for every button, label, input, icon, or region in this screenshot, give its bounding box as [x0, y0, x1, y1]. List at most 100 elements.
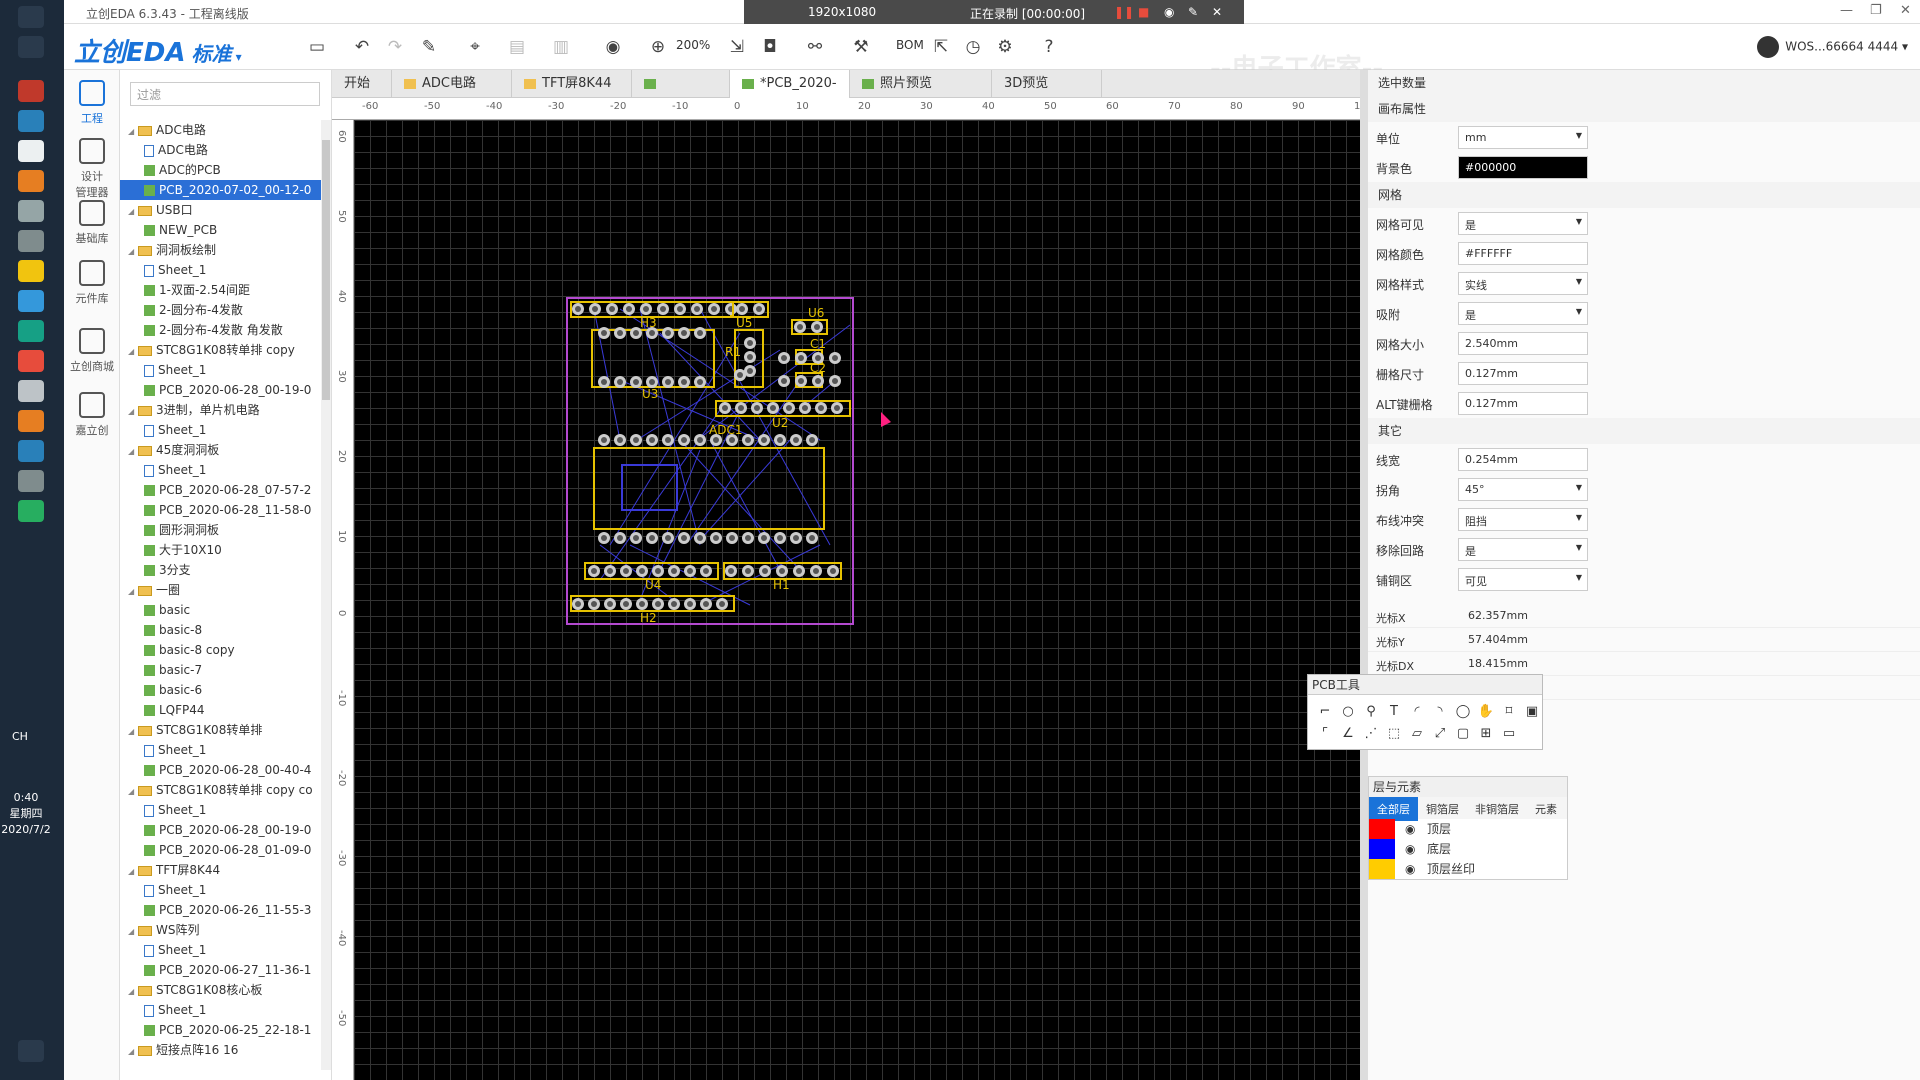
bom-button[interactable]: BOM: [896, 38, 924, 52]
arc2-icon[interactable]: ◝: [1431, 703, 1449, 721]
tree-folder[interactable]: ◢ STC8G1K08转单排 copy: [120, 340, 325, 360]
expand-arrow-icon[interactable]: ◢: [128, 202, 138, 220]
copper-icon[interactable]: ▭: [1500, 725, 1518, 743]
eye-icon[interactable]: ◉: [600, 36, 626, 58]
tree-item[interactable]: PCB_2020-06-28_01-09-0: [120, 840, 325, 860]
app-icon[interactable]: [18, 410, 44, 432]
window-close-icon[interactable]: ✕: [1900, 3, 1911, 18]
expand-arrow-icon[interactable]: ◢: [128, 122, 138, 140]
tree-item[interactable]: LQFP44: [120, 700, 325, 720]
app-icon[interactable]: [18, 110, 44, 132]
tree-folder[interactable]: ◢ 45度洞洞板: [120, 440, 325, 460]
prop-value-copper[interactable]: 可见: [1458, 568, 1588, 591]
hand-icon[interactable]: ✋: [1477, 703, 1495, 721]
tree-item[interactable]: PCB_2020-06-28_00-40-4: [120, 760, 325, 780]
group-icon[interactable]: ⊞: [1477, 725, 1495, 743]
tree-item[interactable]: 1-双面-2.54间距: [120, 280, 325, 300]
prop-value-track_width[interactable]: 0.254mm: [1458, 448, 1588, 471]
layer-tab-1[interactable]: 铜箔层: [1418, 797, 1467, 821]
import-icon[interactable]: ⇲: [724, 36, 750, 58]
via-icon[interactable]: ⚲: [1362, 703, 1380, 721]
notification-icon[interactable]: [18, 1040, 44, 1062]
tree-folder[interactable]: ◢ TFT屏8K44: [120, 860, 325, 880]
pause-icon[interactable]: ❚❚: [1114, 5, 1134, 19]
nav-item-2[interactable]: 基础库: [64, 200, 120, 246]
text-icon[interactable]: T: [1385, 703, 1403, 721]
expand-arrow-icon[interactable]: ◢: [128, 242, 138, 260]
tab-3[interactable]: *PCB_2020-06-...: [632, 70, 730, 147]
panel-splitter[interactable]: [1360, 70, 1368, 1080]
layer-tab-0[interactable]: 全部层: [1369, 797, 1418, 821]
tree-item[interactable]: Sheet_1: [120, 260, 325, 280]
layer-color-swatch[interactable]: [1369, 819, 1395, 839]
app-logo[interactable]: 立创EDA 标准 ▾: [74, 32, 242, 69]
layer-color-swatch[interactable]: [1369, 839, 1395, 859]
system-clock[interactable]: 0:40 星期四 2020/7/2: [0, 790, 52, 838]
tree-folder[interactable]: ◢ STC8G1K08转单排: [120, 720, 325, 740]
expand-arrow-icon[interactable]: ◢: [128, 402, 138, 420]
tab-2[interactable]: TFT屏8K44: [512, 70, 632, 98]
angle-icon[interactable]: ∠: [1339, 725, 1357, 743]
app-icon[interactable]: [18, 440, 44, 462]
tab-0[interactable]: 开始: [332, 70, 392, 98]
tree-item[interactable]: Sheet_1: [120, 420, 325, 440]
image-icon[interactable]: ▣: [1523, 703, 1541, 721]
layer-row[interactable]: ◉ 顶层: [1369, 819, 1567, 839]
nav-item-3[interactable]: 元件库: [64, 260, 120, 306]
expand-arrow-icon[interactable]: ◢: [128, 582, 138, 600]
tree-folder[interactable]: ◢ WS阵列: [120, 920, 325, 940]
camera-icon[interactable]: ◘: [757, 36, 783, 58]
app-icon[interactable]: [18, 500, 44, 522]
app-icon[interactable]: [18, 170, 44, 192]
expand-arrow-icon[interactable]: ◢: [128, 722, 138, 740]
nav-item-4[interactable]: 立创商城: [64, 328, 120, 374]
tree-item[interactable]: Sheet_1: [120, 800, 325, 820]
layer-row[interactable]: ◉ 顶层丝印: [1369, 859, 1567, 879]
scrollbar-thumb[interactable]: [322, 140, 330, 400]
folder-icon[interactable]: ▭: [304, 36, 330, 58]
expand-arrow-icon[interactable]: ◢: [128, 782, 138, 800]
zoom-level[interactable]: 200%: [676, 38, 710, 52]
tree-folder[interactable]: ◢ 一圈: [120, 580, 325, 600]
rect-icon[interactable]: ▢: [1454, 725, 1472, 743]
app-icon[interactable]: [18, 380, 44, 402]
canvas-section[interactable]: 画布属性: [1368, 96, 1920, 122]
expand-arrow-icon[interactable]: ◢: [128, 342, 138, 360]
select-icon[interactable]: ⬚: [1385, 725, 1403, 743]
prop-value-bg[interactable]: #000000: [1458, 156, 1588, 179]
nav-item-0[interactable]: 工程: [64, 80, 120, 126]
prop-value-snap_size[interactable]: 0.127mm: [1458, 362, 1588, 385]
tree-item[interactable]: basic-8: [120, 620, 325, 640]
tree-item[interactable]: PCB_2020-06-28_00-19-0: [120, 380, 325, 400]
zoom-icon[interactable]: ⊕: [645, 36, 671, 58]
nav-item-1[interactable]: 设计 管理器: [64, 138, 120, 200]
prop-value-grid_size[interactable]: 2.540mm: [1458, 332, 1588, 355]
layer-color-swatch[interactable]: [1369, 859, 1395, 879]
tab-4[interactable]: *PCB_2020-07-...: [730, 70, 850, 119]
layer-row[interactable]: ◉ 底层: [1369, 839, 1567, 859]
tree-item[interactable]: Sheet_1: [120, 880, 325, 900]
expand-arrow-icon[interactable]: ◢: [128, 862, 138, 880]
tree-item[interactable]: PCB_2020-07-02_00-12-0: [120, 180, 325, 200]
prop-value-grid_color[interactable]: #FFFFFF: [1458, 242, 1588, 265]
search-icon[interactable]: [18, 36, 44, 58]
expand-arrow-icon[interactable]: ◢: [128, 442, 138, 460]
gear-icon[interactable]: [18, 470, 44, 492]
tree-item[interactable]: basic-7: [120, 660, 325, 680]
prop-value-conflict[interactable]: 阻挡: [1458, 508, 1588, 531]
hole-icon[interactable]: ⌑: [1500, 703, 1518, 721]
user-menu[interactable]: WOS...66664 4444 ▾: [1757, 36, 1908, 58]
browser-icon[interactable]: [18, 290, 44, 312]
tree-item[interactable]: Sheet_1: [120, 1000, 325, 1020]
tree-item[interactable]: basic-6: [120, 680, 325, 700]
start-icon[interactable]: [18, 6, 44, 28]
maximize-icon[interactable]: ❐: [1870, 3, 1882, 18]
prop-value-loop[interactable]: 是: [1458, 538, 1588, 561]
tree-item[interactable]: 圆形洞洞板: [120, 520, 325, 540]
stop-icon[interactable]: ■: [1138, 5, 1149, 19]
pad-icon[interactable]: ○: [1339, 703, 1357, 721]
folder-icon[interactable]: [18, 260, 44, 282]
tree-scrollbar[interactable]: [321, 120, 331, 1070]
expand-arrow-icon[interactable]: ◢: [128, 1042, 138, 1060]
tree-item[interactable]: PCB_2020-06-27_11-36-1: [120, 960, 325, 980]
